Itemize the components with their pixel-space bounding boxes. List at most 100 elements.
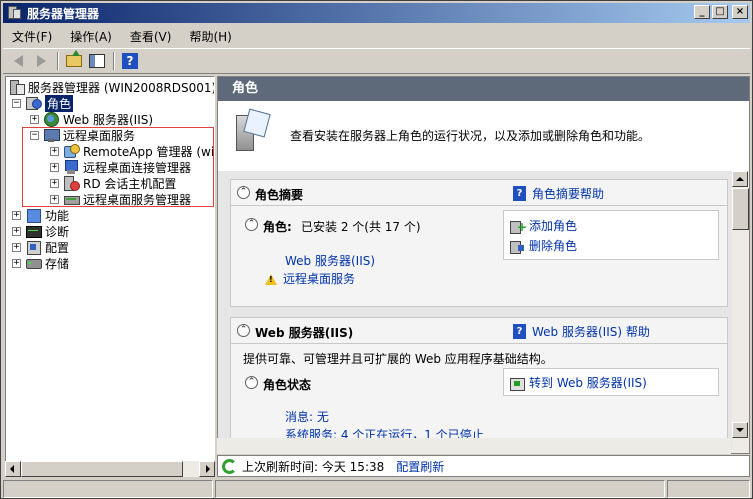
details-horizontal-scrollbar[interactable] xyxy=(217,438,731,454)
collapse-icon[interactable]: ⌃ xyxy=(245,376,258,389)
toolbar-separator xyxy=(113,52,115,70)
collapse-icon[interactable]: ⌃ xyxy=(245,218,258,231)
menu-bar: 文件(F) 操作(A) 查看(V) 帮助(H) xyxy=(3,25,750,47)
role-rds-row: 远程桌面服务 xyxy=(265,270,355,287)
web-server-header[interactable]: ⌃ Web 服务器(IIS) ? Web 服务器(IIS) 帮助 xyxy=(231,318,727,344)
collapse-icon[interactable]: ⌃ xyxy=(237,186,250,199)
collapse-icon[interactable]: ⌃ xyxy=(237,324,250,337)
scroll-right-button[interactable] xyxy=(199,461,215,477)
collapse-toggle[interactable]: − xyxy=(12,98,21,108)
web-server-section: ⌃ Web 服务器(IIS) ? Web 服务器(IIS) 帮助 提供可靠、可管… xyxy=(230,317,728,453)
web-server-help-link[interactable]: ? Web 服务器(IIS) 帮助 xyxy=(513,323,650,340)
minimize-button[interactable]: _ xyxy=(694,5,710,19)
toolbar: ? xyxy=(3,48,750,74)
title-bar[interactable]: 服务器管理器 _ □ × xyxy=(3,3,750,23)
back-arrow-icon xyxy=(13,55,23,67)
roles-content: ⌃ 角色摘要 ? 角色摘要帮助 ⌃ 角色: 已安装 2 个(共 17 个) 添加… xyxy=(218,171,732,453)
diagnostics-icon xyxy=(25,223,42,239)
warning-icon xyxy=(265,274,277,285)
server-manager-window: 服务器管理器 _ □ × 文件(F) 操作(A) 查看(V) 帮助(H) ? 服… xyxy=(0,0,753,499)
server-icon xyxy=(8,79,25,95)
menu-help[interactable]: 帮助(H) xyxy=(180,28,240,45)
roles-summary-body: ⌃ 角色: 已安装 2 个(共 17 个) 添加角色 删除角色 Web 服务器(… xyxy=(231,206,727,306)
intro-banner: 查看安装在服务器上角色的运行状况，以及添加或删除角色和功能。 xyxy=(218,101,732,171)
close-button[interactable]: × xyxy=(732,5,748,19)
status-cell xyxy=(215,480,665,498)
scroll-thumb[interactable] xyxy=(21,461,183,477)
goto-icon xyxy=(510,376,525,391)
details-pane: 角色 查看安装在服务器上角色的运行状况，以及添加或删除角色和功能。 ⌃ 角色摘要… xyxy=(217,76,750,454)
iis-icon xyxy=(43,111,59,127)
tree-item-storage[interactable]: + 存储 xyxy=(12,255,69,271)
menu-file[interactable]: 文件(F) xyxy=(3,28,61,45)
intro-text: 查看安装在服务器上角色的运行状况，以及添加或删除角色和功能。 xyxy=(290,129,651,143)
tree-horizontal-scrollbar[interactable] xyxy=(5,461,215,477)
forward-button[interactable] xyxy=(30,50,52,72)
pane-header: 角色 xyxy=(218,77,749,101)
configuration-icon xyxy=(25,239,41,255)
remove-role-icon xyxy=(510,239,525,254)
console-tree-icon xyxy=(89,54,105,68)
refresh-icon xyxy=(222,458,237,474)
details-vertical-scrollbar[interactable] xyxy=(732,171,749,453)
roles-summary-help-link[interactable]: ? 角色摘要帮助 xyxy=(513,185,604,202)
roles-icon xyxy=(25,95,42,111)
refresh-bar: 上次刷新时间: 今天 15:38 配置刷新 xyxy=(217,455,750,477)
expand-toggle[interactable]: + xyxy=(12,210,21,220)
status-cell xyxy=(667,480,750,498)
up-level-button[interactable] xyxy=(63,50,85,72)
roles-label: 角色: xyxy=(263,220,292,234)
tree-item-configuration[interactable]: + 配置 xyxy=(12,239,69,255)
menu-action[interactable]: 操作(A) xyxy=(61,28,121,45)
window-title: 服务器管理器 xyxy=(27,6,100,21)
storage-icon xyxy=(25,255,42,271)
expand-toggle[interactable]: + xyxy=(12,258,21,268)
forward-arrow-icon xyxy=(36,55,46,67)
configure-refresh-link[interactable]: 配置刷新 xyxy=(396,458,444,475)
folder-up-icon xyxy=(66,50,82,67)
expand-toggle[interactable]: + xyxy=(12,242,21,252)
highlight-box xyxy=(22,127,214,207)
role-status-title: 角色状态 xyxy=(263,378,312,392)
scroll-down-button[interactable] xyxy=(732,422,748,438)
messages-link[interactable]: 消息: 无 xyxy=(285,408,329,425)
scroll-thumb[interactable] xyxy=(732,188,749,230)
add-roles-link[interactable]: 添加角色 xyxy=(510,217,577,234)
web-server-actions-box: 转到 Web 服务器(IIS) xyxy=(503,368,719,396)
help-button[interactable]: ? xyxy=(119,50,141,72)
roles-summary-header[interactable]: ⌃ 角色摘要 ? 角色摘要帮助 xyxy=(231,180,727,206)
roles-summary-section: ⌃ 角色摘要 ? 角色摘要帮助 ⌃ 角色: 已安装 2 个(共 17 个) 添加… xyxy=(230,179,728,307)
last-refresh-label: 上次刷新时间: 今天 15:38 xyxy=(242,459,385,474)
status-cell xyxy=(3,480,213,498)
console-tree: 服务器管理器 (WIN2008RDS001) − 角色 + Web 服务器(II… xyxy=(5,76,215,476)
help-icon: ? xyxy=(513,324,526,339)
scroll-up-button[interactable] xyxy=(732,171,748,187)
server-manager-icon xyxy=(6,5,22,21)
tree-item-features[interactable]: + 功能 xyxy=(12,207,69,223)
status-bar xyxy=(3,480,750,498)
roles-actions-box: 添加角色 删除角色 xyxy=(503,210,719,260)
roles-large-icon xyxy=(232,108,272,155)
features-icon xyxy=(25,207,41,223)
tree-item-roles[interactable]: − 角色 xyxy=(12,94,74,112)
help-icon: ? xyxy=(513,186,526,201)
back-button[interactable] xyxy=(7,50,29,72)
tree-item-diagnostics[interactable]: + 诊断 xyxy=(12,223,69,239)
role-web-server-link[interactable]: Web 服务器(IIS) xyxy=(285,252,375,269)
remove-roles-link[interactable]: 删除角色 xyxy=(510,237,577,254)
goto-web-server-link[interactable]: 转到 Web 服务器(IIS) xyxy=(510,374,647,391)
role-rds-link[interactable]: 远程桌面服务 xyxy=(283,272,355,286)
roles-count: 已安装 2 个(共 17 个) xyxy=(301,220,421,234)
help-icon: ? xyxy=(122,53,138,69)
menu-view[interactable]: 查看(V) xyxy=(121,28,181,45)
expand-toggle[interactable]: + xyxy=(30,114,39,124)
scroll-left-button[interactable] xyxy=(5,461,21,477)
add-role-icon xyxy=(510,219,525,234)
maximize-button[interactable]: □ xyxy=(712,5,728,19)
toolbar-separator xyxy=(57,52,59,70)
web-server-description: 提供可靠、可管理并且可扩展的 Web 应用程序基础结构。 xyxy=(243,352,553,366)
tree-item-web-server[interactable]: + Web 服务器(IIS) xyxy=(30,111,153,127)
tree-item-server-manager[interactable]: 服务器管理器 (WIN2008RDS001) xyxy=(8,79,214,95)
expand-toggle[interactable]: + xyxy=(12,226,21,236)
show-hide-console-tree-button[interactable] xyxy=(86,50,108,72)
